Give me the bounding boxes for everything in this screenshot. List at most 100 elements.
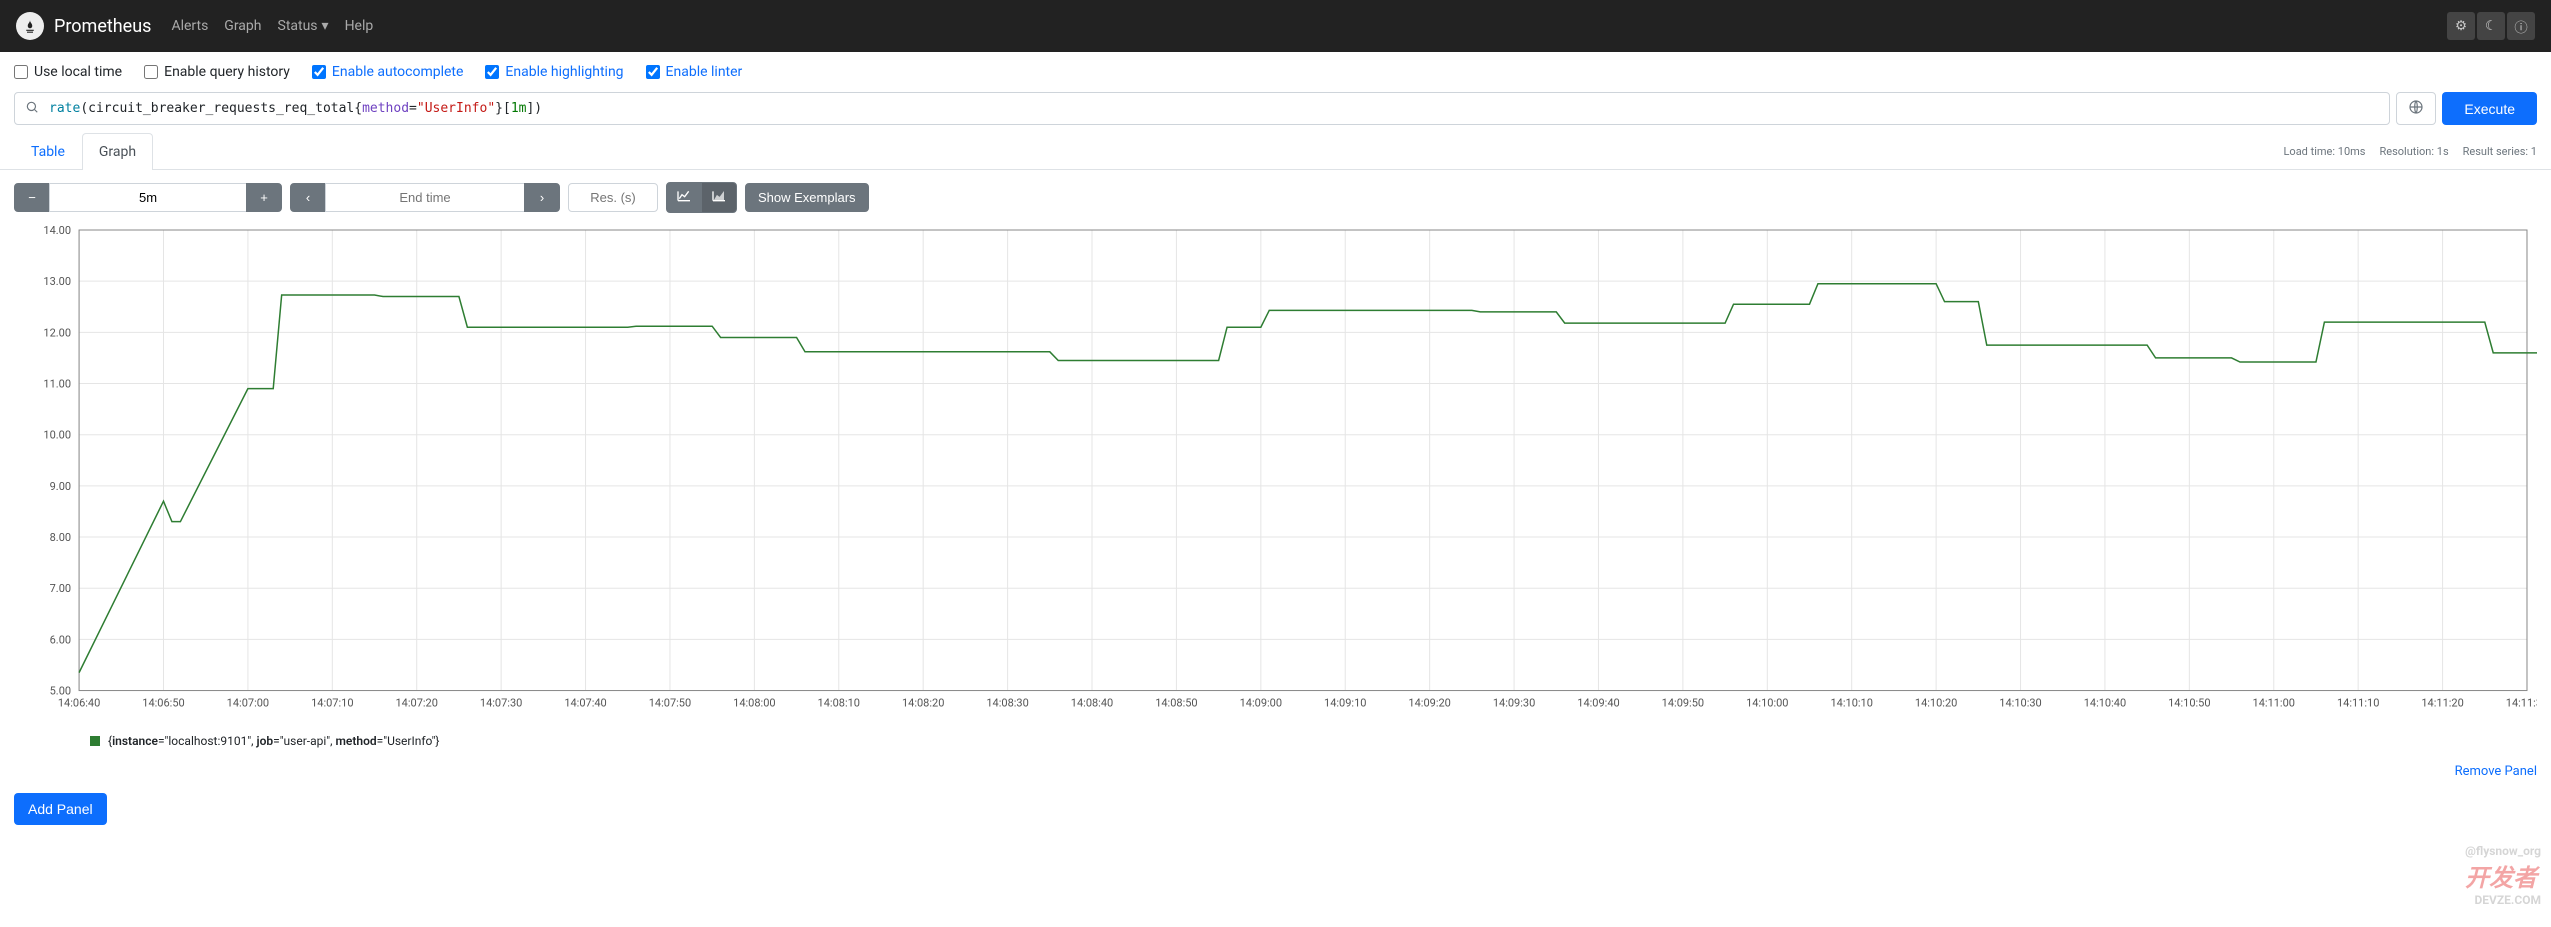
svg-text:14:10:50: 14:10:50 — [2168, 697, 2210, 710]
svg-text:11.00: 11.00 — [43, 378, 71, 391]
svg-text:14:09:30: 14:09:30 — [1493, 697, 1535, 710]
show-exemplars-button[interactable]: Show Exemplars — [745, 183, 869, 212]
moon-icon: ☾ — [2485, 18, 2497, 34]
svg-text:14:10:30: 14:10:30 — [1999, 697, 2041, 710]
svg-text:10.00: 10.00 — [43, 429, 71, 442]
svg-text:14:09:40: 14:09:40 — [1577, 697, 1619, 710]
remove-panel-link[interactable]: Remove Panel — [2455, 764, 2537, 779]
history-button[interactable] — [2396, 92, 2436, 125]
line-chart-button[interactable] — [666, 182, 702, 213]
info-button[interactable]: ⓘ — [2507, 12, 2535, 40]
option-use-local-time[interactable]: Use local time — [14, 64, 122, 80]
option-enable-highlighting[interactable]: Enable highlighting — [485, 64, 623, 80]
svg-text:14:10:40: 14:10:40 — [2084, 697, 2126, 710]
option-label: Enable query history — [164, 64, 290, 80]
area-chart-icon — [711, 189, 727, 206]
query-input-wrap[interactable]: rate(circuit_breaker_requests_req_total{… — [14, 92, 2390, 125]
option-enable-query-history[interactable]: Enable query history — [144, 64, 290, 80]
nav-help[interactable]: Help — [345, 18, 374, 34]
svg-text:14:07:40: 14:07:40 — [564, 697, 606, 710]
svg-text:14:11:00: 14:11:00 — [2253, 697, 2295, 710]
range-decrease-button[interactable]: − — [14, 183, 50, 212]
load-time: Load time: 10ms — [2284, 145, 2366, 158]
watermark-sub: DEVZE.COM — [2465, 893, 2541, 907]
option-label: Enable highlighting — [505, 64, 623, 80]
chevron-down-icon: ▾ — [322, 18, 329, 34]
svg-text:14.00: 14.00 — [43, 225, 71, 237]
svg-text:14:06:50: 14:06:50 — [142, 697, 184, 710]
legend[interactable]: {instance="localhost:9101", job="user-ap… — [0, 724, 2551, 758]
svg-text:14:09:10: 14:09:10 — [1324, 697, 1366, 710]
time-control: ‹ › — [290, 183, 560, 212]
chevron-right-icon: › — [540, 190, 544, 205]
option-enable-autocomplete[interactable]: Enable autocomplete — [312, 64, 464, 80]
checkbox-enable-linter[interactable] — [646, 65, 660, 79]
svg-text:14:08:00: 14:08:00 — [733, 697, 775, 710]
load-info: Load time: 10ms Resolution: 1s Result se… — [2284, 145, 2538, 158]
time-next-button[interactable]: › — [524, 183, 560, 212]
watermark-top: @flysnow_org — [2465, 844, 2541, 858]
query-bar: rate(circuit_breaker_requests_req_total{… — [0, 92, 2551, 133]
checkbox-enable-query-history[interactable] — [144, 65, 158, 79]
app-title: Prometheus — [54, 16, 151, 37]
time-prev-button[interactable]: ‹ — [290, 183, 326, 212]
svg-text:14:08:40: 14:08:40 — [1071, 697, 1113, 710]
watermark-main: 开发者 — [2465, 864, 2537, 892]
svg-text:14:10:20: 14:10:20 — [1915, 697, 1957, 710]
svg-text:9.00: 9.00 — [50, 480, 71, 493]
chart-mode-toggle — [666, 182, 737, 213]
svg-text:14:07:50: 14:07:50 — [649, 697, 691, 710]
execute-button[interactable]: Execute — [2442, 92, 2537, 125]
resolution-control — [568, 183, 658, 212]
svg-text:14:08:50: 14:08:50 — [1155, 697, 1197, 710]
svg-text:14:11:20: 14:11:20 — [2421, 697, 2463, 710]
svg-text:7.00: 7.00 — [50, 582, 71, 595]
svg-text:14:08:20: 14:08:20 — [902, 697, 944, 710]
option-label: Enable linter — [666, 64, 743, 80]
svg-text:13.00: 13.00 — [43, 275, 71, 288]
svg-text:14:11:30: 14:11:30 — [2506, 697, 2537, 710]
svg-text:14:10:00: 14:10:00 — [1746, 697, 1788, 710]
expression-input[interactable]: rate(circuit_breaker_requests_req_total{… — [39, 93, 2389, 124]
nav-status[interactable]: Status▾ — [278, 18, 329, 34]
add-panel-row: Add Panel — [0, 785, 2551, 833]
svg-text:14:07:30: 14:07:30 — [480, 697, 522, 710]
svg-text:14:09:20: 14:09:20 — [1408, 697, 1450, 710]
plus-icon: + — [260, 190, 268, 205]
svg-text:14:09:00: 14:09:00 — [1240, 697, 1282, 710]
theme-toggle-button[interactable]: ☾ — [2477, 12, 2505, 40]
chart-area: 5.006.007.008.009.0010.0011.0012.0013.00… — [0, 225, 2551, 724]
range-increase-button[interactable]: + — [246, 183, 282, 212]
range-input[interactable] — [49, 183, 247, 212]
svg-text:14:11:10: 14:11:10 — [2337, 697, 2379, 710]
end-time-input[interactable] — [325, 183, 525, 212]
svg-text:6.00: 6.00 — [50, 633, 71, 646]
checkbox-enable-autocomplete[interactable] — [312, 65, 326, 79]
svg-text:14:07:20: 14:07:20 — [396, 697, 438, 710]
checkbox-enable-highlighting[interactable] — [485, 65, 499, 79]
resolution-input[interactable] — [568, 183, 658, 212]
svg-text:14:09:50: 14:09:50 — [1662, 697, 1704, 710]
brand: Prometheus — [16, 12, 151, 40]
nav-links: Alerts Graph Status▾ Help — [171, 18, 373, 34]
svg-text:8.00: 8.00 — [50, 531, 71, 544]
chart-svg: 5.006.007.008.009.0010.0011.0012.0013.00… — [14, 225, 2537, 716]
tab-table[interactable]: Table — [14, 133, 82, 170]
legend-label: {instance="localhost:9101", job="user-ap… — [108, 734, 440, 748]
svg-text:14:07:00: 14:07:00 — [227, 697, 269, 710]
stacked-chart-button[interactable] — [701, 182, 737, 213]
settings-button[interactable]: ⚙ — [2447, 12, 2475, 40]
chart-wrapper[interactable]: 5.006.007.008.009.0010.0011.0012.0013.00… — [14, 225, 2537, 716]
svg-text:12.00: 12.00 — [43, 326, 71, 339]
checkbox-use-local-time[interactable] — [14, 65, 28, 79]
svg-text:14:06:40: 14:06:40 — [58, 697, 100, 710]
nav-alerts[interactable]: Alerts — [171, 18, 208, 34]
result-series: Result series: 1 — [2463, 145, 2537, 158]
line-chart-icon — [676, 189, 692, 206]
add-panel-button[interactable]: Add Panel — [14, 793, 107, 825]
option-enable-linter[interactable]: Enable linter — [646, 64, 743, 80]
search-icon — [25, 100, 39, 118]
nav-graph[interactable]: Graph — [224, 18, 261, 34]
remove-panel-row: Remove Panel — [0, 758, 2551, 785]
tab-graph[interactable]: Graph — [82, 133, 153, 170]
